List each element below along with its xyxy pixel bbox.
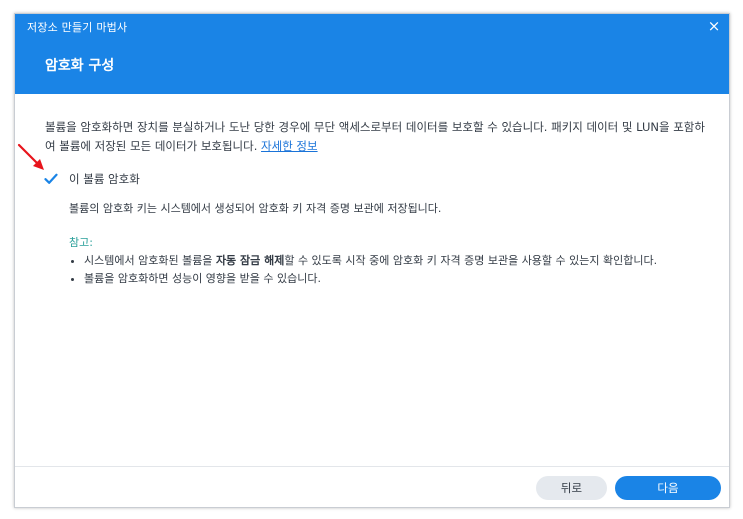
note1-post: 할 수 있도록 시작 중에 암호화 키 자격 증명 보관을 사용할 수 있는지 …: [284, 254, 658, 267]
encrypt-volume-label: 이 볼륨 암호화: [69, 172, 140, 186]
note-item: 시스템에서 암호화된 볼륨을 자동 잠금 해제할 수 있도록 시작 중에 암호화…: [84, 252, 707, 270]
back-button[interactable]: 뒤로: [536, 476, 607, 500]
note-list: 시스템에서 암호화된 볼륨을 자동 잠금 해제할 수 있도록 시작 중에 암호화…: [69, 252, 707, 288]
encryption-details: 볼륨의 암호화 키는 시스템에서 생성되어 암호화 키 자격 증명 보관에 저장…: [69, 200, 707, 288]
note1-pre: 시스템에서 암호화된 볼륨을: [84, 254, 216, 267]
next-button[interactable]: 다음: [615, 476, 721, 500]
note1-bold: 자동 잠금 해제: [215, 254, 285, 267]
key-info-text: 볼륨의 암호화 키는 시스템에서 생성되어 암호화 키 자격 증명 보관에 저장…: [69, 202, 442, 215]
encrypt-volume-option[interactable]: 이 볼륨 암호화: [43, 169, 140, 189]
encrypt-volume-checkbox[interactable]: [43, 171, 59, 187]
footer-divider: [15, 466, 729, 467]
wizard-header: 저장소 만들기 마법사 × 암호화 구성: [15, 14, 729, 94]
description: 볼륨을 암호화하면 장치를 분실하거나 도난 당한 경우에 무단 액세스로부터 …: [45, 120, 705, 153]
wizard-dialog: 저장소 만들기 마법사 × 암호화 구성 볼륨을 암호화하면 장치를 분실하거나…: [14, 13, 730, 508]
description-block: 볼륨을 암호화하면 장치를 분실하거나 도난 당한 경우에 무단 액세스로부터 …: [45, 118, 707, 156]
note2-text: 볼륨을 암호화하면 성능이 영향을 받을 수 있습니다.: [84, 272, 321, 285]
wizard-title: 저장소 만들기 마법사: [27, 21, 128, 34]
close-icon[interactable]: ×: [705, 17, 723, 35]
note-title: 참고:: [69, 236, 93, 249]
step-title: 암호화 구성: [45, 58, 115, 74]
checkmark-icon: [44, 173, 58, 184]
note-item: 볼륨을 암호화하면 성능이 영향을 받을 수 있습니다.: [84, 270, 707, 288]
learn-more-link[interactable]: 자세한 정보: [261, 139, 318, 153]
description-text: 볼륨을 암호화하면 장치를 분실하거나 도난 당한 경우에 무단 액세스로부터 …: [45, 118, 707, 156]
